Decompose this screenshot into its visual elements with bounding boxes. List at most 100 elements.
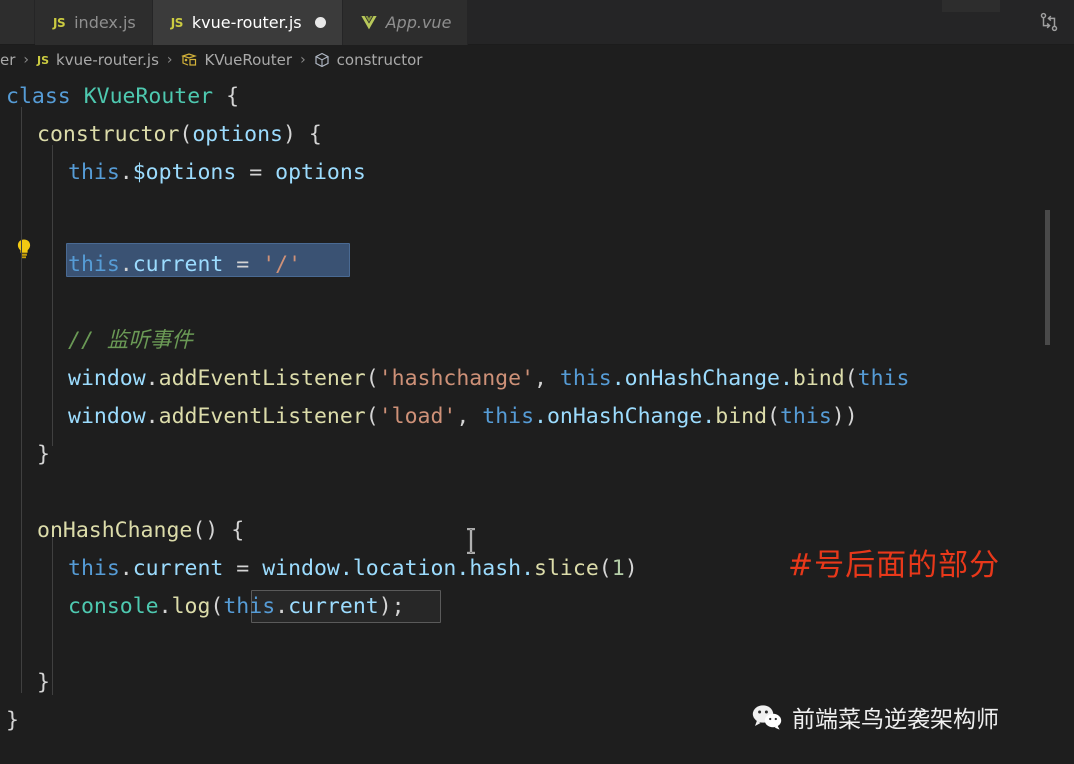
- token-operator: =: [236, 252, 250, 277]
- token-this: this: [68, 556, 120, 581]
- code-line: onHashChange() {: [37, 512, 244, 551]
- code-editor[interactable]: class KVueRouter { constructor(options) …: [0, 76, 1074, 764]
- token-this: this: [223, 594, 276, 619]
- token-method: slice: [534, 556, 599, 581]
- tab-label: index.js: [74, 13, 136, 32]
- editor-tab-bar: JS index.js JS kvue-router.js App.vue: [0, 0, 1074, 45]
- code-line-brace: }: [37, 670, 50, 695]
- token-object: window: [68, 404, 146, 429]
- token-paren: (): [192, 518, 219, 543]
- token-operator: =: [236, 556, 250, 581]
- token-comma: ,: [534, 366, 560, 391]
- token-method: addEventListener: [158, 366, 366, 391]
- tab-kvue-router-js[interactable]: JS kvue-router.js: [152, 0, 343, 45]
- editor-scrollbar-track[interactable]: [1045, 76, 1074, 764]
- token-property: current: [288, 594, 379, 619]
- js-icon: JS: [53, 15, 66, 30]
- token-property: current: [132, 556, 224, 581]
- token-object: window: [68, 366, 146, 391]
- token-object: window: [262, 556, 340, 581]
- token-string: 'load': [378, 404, 457, 429]
- code-line: constructor(options) {: [37, 116, 322, 155]
- token-this: this: [857, 366, 910, 391]
- breadcrumb-item-class[interactable]: KVueRouter: [180, 51, 294, 69]
- token-this: this: [68, 252, 120, 277]
- token-dot: .: [119, 160, 133, 185]
- token-method: bind: [792, 366, 845, 391]
- token-this: this: [68, 160, 120, 185]
- token-identifier: options: [275, 160, 366, 185]
- tab-label: App.vue: [385, 13, 452, 32]
- token-dot: .: [119, 252, 133, 277]
- token-this: this: [559, 366, 612, 391]
- vue-icon: [360, 15, 377, 29]
- code-line: window.addEventListener('load', this.onH…: [68, 398, 858, 437]
- code-line: window.addEventListener('hashchange', th…: [68, 360, 909, 399]
- js-icon: JS: [170, 15, 184, 30]
- token-keyword: class: [6, 84, 71, 109]
- class-icon: [180, 52, 197, 66]
- token-paren: ): [624, 556, 638, 581]
- token-dot: .: [145, 404, 159, 429]
- token-paren: ): [282, 122, 296, 147]
- breadcrumb-item-folder[interactable]: er: [0, 51, 16, 69]
- chevron-right-icon: ›: [300, 52, 306, 68]
- chevron-right-icon: ›: [166, 52, 173, 68]
- token-class-name: KVueRouter: [83, 84, 214, 109]
- token-param: options: [192, 122, 283, 147]
- code-line: this.current = window.location.hash.slic…: [68, 550, 638, 589]
- token-this: this: [482, 404, 535, 429]
- token-method: onHashChange: [37, 518, 193, 543]
- token-paren: )): [831, 404, 858, 429]
- token-dot: .: [145, 366, 159, 391]
- token-dot: .: [158, 594, 172, 619]
- token-paren: );: [378, 594, 405, 619]
- token-method: bind: [715, 404, 768, 429]
- tab-app-vue[interactable]: App.vue: [342, 0, 469, 45]
- breadcrumb-item-file[interactable]: JS kvue-router.js: [36, 51, 160, 69]
- token-function: constructor: [37, 122, 180, 147]
- token-paren: (: [844, 366, 858, 391]
- token-property: $options: [132, 160, 237, 185]
- breadcrumb-label: kvue-router.js: [56, 51, 159, 69]
- watermark-label: 前端菜鸟逆袭架构师: [792, 707, 999, 733]
- tab-index-js[interactable]: JS index.js: [35, 0, 153, 45]
- compare-changes-icon[interactable]: [1038, 11, 1060, 33]
- token-method: addEventListener: [158, 404, 366, 429]
- token-paren: (: [365, 404, 379, 429]
- code-line-brace: }: [37, 442, 50, 467]
- code-line: class KVueRouter {: [6, 78, 239, 117]
- token-paren: (: [179, 122, 193, 147]
- code-line: console.log(this.current);: [68, 588, 405, 627]
- method-icon: [315, 52, 329, 68]
- code-line: this.$options = options: [68, 154, 366, 193]
- wechat-icon: [752, 705, 782, 730]
- token-member-chain: .onHashChange.: [534, 404, 716, 429]
- token-brace: {: [308, 122, 322, 147]
- token-dot: .: [119, 556, 133, 581]
- tab-dirty-indicator-icon[interactable]: [314, 17, 326, 28]
- token-paren: (: [598, 556, 612, 581]
- tab-bar-nub: [942, 0, 1000, 12]
- token-number: 1: [611, 556, 625, 581]
- token-brace: {: [226, 84, 240, 109]
- js-icon: JS: [37, 53, 50, 67]
- watermark: 前端菜鸟逆袭架构师: [752, 700, 999, 734]
- code-content[interactable]: class KVueRouter { constructor(options) …: [0, 76, 909, 764]
- breadcrumb-label: er: [0, 51, 16, 69]
- text-cursor-ibeam-icon: [467, 528, 475, 554]
- code-line-brace: }: [6, 708, 19, 733]
- token-paren: (: [210, 594, 224, 619]
- breadcrumb-item-method[interactable]: constructor: [313, 51, 424, 69]
- code-line-selected: this.current = '/': [68, 246, 301, 285]
- editor-scrollbar-thumb[interactable]: [1045, 210, 1050, 345]
- breadcrumb-label: constructor: [336, 51, 423, 69]
- annotation-text: #号后面的部分: [788, 548, 1001, 583]
